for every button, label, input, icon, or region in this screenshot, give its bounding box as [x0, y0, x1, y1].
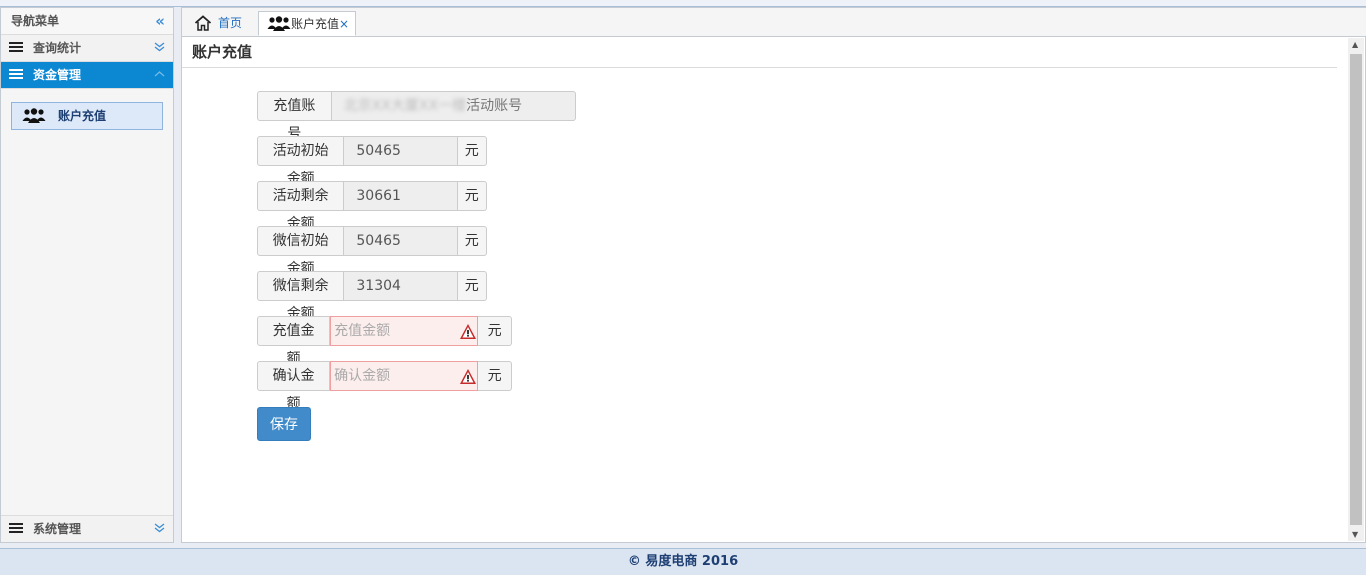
confirm-amount-placeholder: 确认金额 — [334, 368, 391, 384]
sidebar-section-body: 账户充值 — [1, 89, 173, 497]
sidebar-section-fund-management[interactable]: 资金管理 — [1, 62, 173, 89]
sidebar-item-label: 账户充值 — [58, 109, 107, 123]
menu-list-icon — [9, 69, 23, 81]
unit-label: 元 — [478, 361, 512, 391]
recharge-amount-row: 充值金额 充值金额 元 — [257, 316, 512, 367]
save-button[interactable]: 保存 — [257, 407, 311, 441]
confirm-amount-label: 确认金额 — [257, 361, 331, 412]
account-value-suffix: 活动账号 — [466, 98, 523, 114]
page-title: 账户充值 — [182, 37, 1337, 68]
menu-list-icon — [9, 523, 23, 535]
tab-label: 首页 — [218, 16, 243, 30]
content-panel: 账户充值 ▲ ▼ 充值账号 北京XX大厦XX一楼活动账号 活动初始金额 5046… — [181, 36, 1366, 543]
account-label: 充值账号 — [257, 91, 332, 142]
confirm-amount-row: 确认金额 确认金额 元 — [257, 361, 512, 412]
recharge-amount-label: 充值金额 — [257, 316, 331, 367]
activity-initial-row: 活动初始金额 50465 元 — [257, 136, 487, 187]
close-tab-icon[interactable]: × — [339, 12, 349, 37]
sidebar-header: 导航菜单 « — [1, 8, 173, 35]
activity-remaining-row: 活动剩余金额 30661 元 — [257, 181, 487, 232]
recharge-amount-placeholder: 充值金额 — [334, 323, 391, 339]
sidebar-section-system-management[interactable]: 系统管理 — [1, 515, 173, 542]
sidebar-section-label: 资金管理 — [33, 68, 82, 82]
activity-remaining-label: 活动剩余金额 — [257, 181, 345, 232]
scroll-up-icon[interactable]: ▲ — [1352, 40, 1358, 49]
wechat-initial-label: 微信初始金额 — [257, 226, 345, 277]
warning-icon — [459, 322, 477, 339]
wechat-remaining-field: 31304 — [344, 271, 458, 301]
unit-label: 元 — [457, 226, 487, 256]
sidebar-item-account-recharge[interactable]: 账户充值 — [11, 102, 163, 130]
sidebar-section-label: 系统管理 — [33, 522, 82, 536]
tab-home[interactable]: 首页 — [190, 11, 242, 36]
collapse-sidebar-icon[interactable]: « — [155, 8, 165, 34]
sidebar-bottom: 系统管理 — [1, 515, 173, 542]
activity-initial-label: 活动初始金额 — [257, 136, 345, 187]
account-row: 充值账号 北京XX大厦XX一楼活动账号 — [257, 91, 576, 142]
chevron-double-down-icon — [154, 516, 165, 542]
wechat-remaining-row: 微信剩余金额 31304 元 — [257, 271, 487, 322]
tab-bar: 首页 账户充值 × — [181, 7, 1366, 36]
chevron-double-down-icon — [154, 35, 165, 61]
account-value-blurred: 北京XX大厦XX一楼 — [343, 98, 467, 114]
home-icon — [194, 15, 212, 31]
unit-label: 元 — [457, 271, 487, 301]
sidebar-section-query-stats[interactable]: 查询统计 — [1, 35, 173, 62]
scroll-down-icon[interactable]: ▼ — [1352, 530, 1358, 539]
tab-account-recharge[interactable]: 账户充值 × — [258, 11, 356, 36]
unit-label: 元 — [478, 316, 512, 346]
users-icon — [267, 16, 291, 32]
sidebar-section-label: 查询统计 — [33, 41, 82, 55]
unit-label: 元 — [457, 181, 487, 211]
wechat-initial-field: 50465 — [344, 226, 458, 256]
vertical-scrollbar[interactable]: ▲ ▼ — [1348, 38, 1364, 541]
account-field: 北京XX大厦XX一楼活动账号 — [331, 91, 576, 121]
tab-label: 账户充值 — [291, 17, 340, 31]
chevron-up-icon — [154, 62, 165, 88]
nav-sidebar: 导航菜单 « 查询统计 资金管理 账户充值 系统管理 — [0, 7, 174, 543]
recharge-amount-input[interactable]: 充值金额 — [330, 316, 479, 346]
activity-initial-field: 50465 — [344, 136, 458, 166]
top-border — [0, 0, 1366, 7]
warning-icon — [459, 367, 477, 384]
users-icon — [22, 107, 46, 123]
wechat-remaining-label: 微信剩余金额 — [257, 271, 345, 322]
menu-list-icon — [9, 42, 23, 54]
footer: © 易度电商 2016 — [0, 548, 1366, 575]
sidebar-title: 导航菜单 — [11, 14, 60, 28]
unit-label: 元 — [457, 136, 487, 166]
activity-remaining-field: 30661 — [344, 181, 458, 211]
wechat-initial-row: 微信初始金额 50465 元 — [257, 226, 487, 277]
confirm-amount-input[interactable]: 确认金额 — [330, 361, 479, 391]
scrollbar-thumb[interactable] — [1350, 54, 1362, 525]
